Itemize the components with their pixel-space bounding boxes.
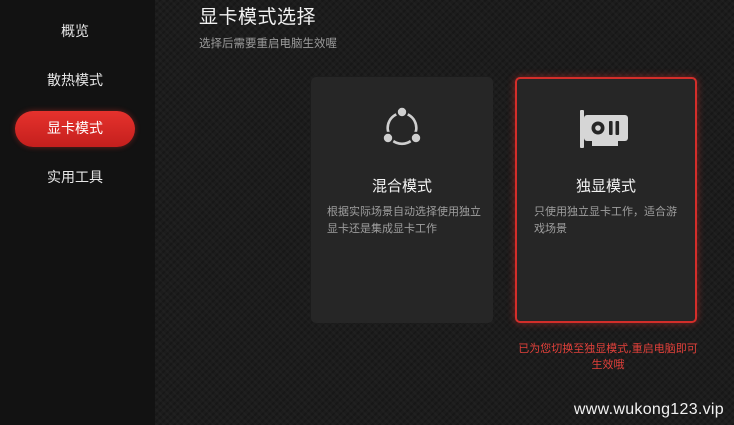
watermark-text: www.wukong123.vip: [573, 401, 724, 418]
sidebar-item-gpu-mode[interactable]: 显卡模式: [15, 111, 135, 147]
mixed-mode-card[interactable]: 混合模式 根据实际场景自动选择使用独立显卡还是集成显卡工作: [311, 77, 493, 323]
switch-notice: 已为您切换至独显模式,重启电脑即可生效哦: [518, 342, 698, 371]
graphics-card-icon: [578, 107, 634, 157]
mixed-mode-description: 根据实际场景自动选择使用独立显卡还是集成显卡工作: [327, 205, 481, 235]
app-window: 概览 散热模式 显卡模式 实用工具 显卡模式选择 选择后需要重启电脑生效喔 混合…: [0, 0, 734, 425]
discrete-mode-description: 只使用独立显卡工作，适合游戏场景: [534, 205, 677, 235]
sidebar-item-cooling-mode[interactable]: 散热模式: [15, 63, 135, 99]
sidebar-item-overview[interactable]: 概览: [15, 14, 135, 50]
sidebar-item-utilities[interactable]: 实用工具: [15, 160, 135, 196]
share-nodes-icon: [375, 101, 429, 159]
page-title: 显卡模式选择: [199, 6, 317, 28]
discrete-mode-title: 独显模式: [575, 177, 636, 195]
page-subtitle: 选择后需要重启电脑生效喔: [199, 36, 337, 50]
sidebar: 概览 散热模式 显卡模式 实用工具: [0, 0, 155, 425]
mixed-mode-title: 混合模式: [371, 177, 432, 195]
discrete-mode-card[interactable]: 独显模式 只使用独立显卡工作，适合游戏场景: [515, 77, 697, 323]
